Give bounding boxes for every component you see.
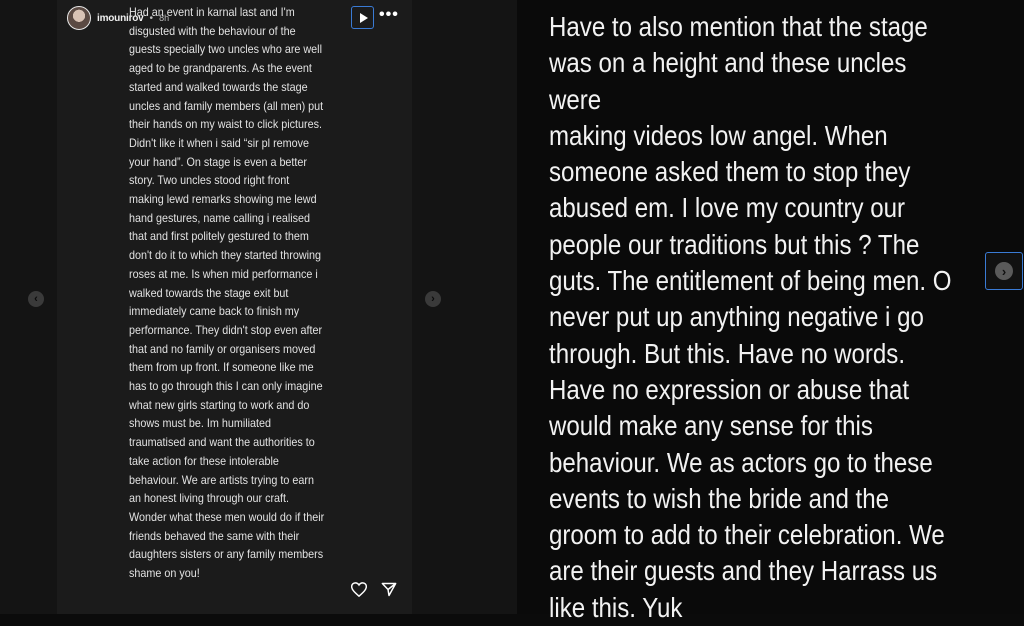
heart-icon	[350, 582, 368, 598]
chevron-right-circle-icon: ›	[995, 262, 1013, 280]
story-card: imounirov • 8h Had an event in karnal la…	[57, 0, 412, 614]
story-footer	[350, 582, 397, 602]
more-options-button[interactable]: •••	[379, 6, 399, 24]
next-story-button[interactable]: ›	[425, 291, 441, 307]
chevron-left-icon: ‹	[34, 293, 38, 305]
story-text: Had an event in karnal last and I'm disg…	[129, 6, 325, 581]
more-dots-icon: •••	[379, 6, 399, 23]
avatar[interactable]	[67, 6, 91, 30]
prev-story-button[interactable]: ‹	[28, 291, 44, 307]
like-button[interactable]	[350, 582, 368, 602]
chevron-right-icon: ›	[431, 293, 435, 305]
send-icon	[381, 582, 397, 597]
play-button[interactable]	[351, 6, 374, 29]
right-story-panel: Have to also mention that the stage was …	[517, 0, 1024, 623]
share-button[interactable]	[381, 582, 397, 602]
right-story-text: Have to also mention that the stage was …	[549, 11, 952, 623]
next-panel-button[interactable]: ›	[985, 252, 1023, 290]
play-icon	[359, 12, 368, 23]
